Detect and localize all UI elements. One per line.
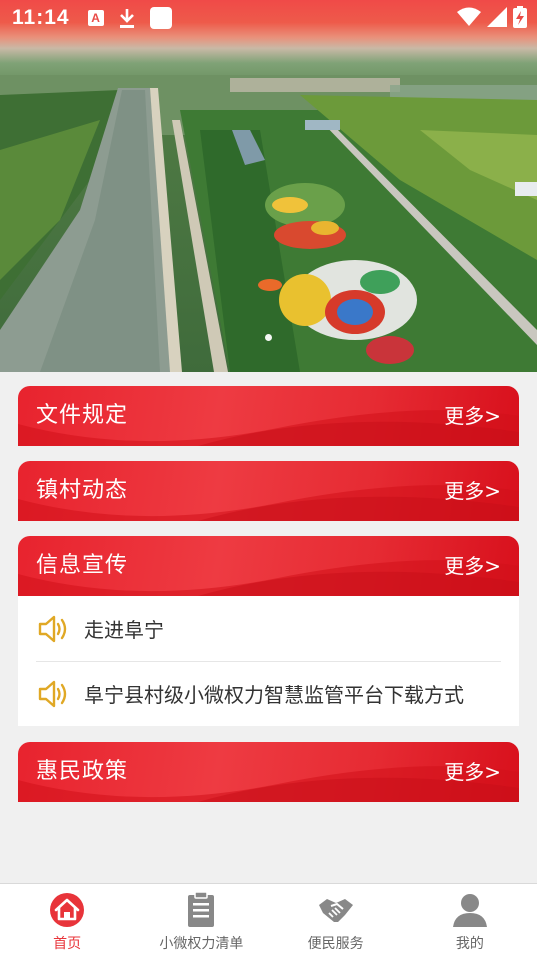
clipboard-icon [188, 891, 215, 927]
nav-label: 便民服务 [307, 936, 364, 952]
square-app-icon [149, 7, 172, 29]
nav-item-services[interactable]: 便民服务 [269, 884, 403, 956]
news-title: 走进阜宁 [84, 618, 164, 642]
user-icon [452, 894, 487, 927]
nav-label: 首页 [53, 936, 82, 952]
news-list: 走进阜宁 阜宁县村级小微权力智慧监管平台下载方式 [18, 596, 519, 726]
section-header: 镇村动态 更多> [18, 461, 519, 521]
section-welfare-policy: 惠民政策 更多> [18, 742, 519, 802]
text-a-icon: A [87, 10, 104, 26]
bottom-navigation: 首页 小微权力清单 便民服务 我的 [0, 883, 537, 956]
list-item[interactable]: 走进阜宁 [18, 596, 519, 661]
nav-item-home[interactable]: 首页 [0, 884, 134, 956]
list-item[interactable]: 阜宁县村级小微权力智慧监管平台下载方式 [18, 661, 519, 726]
download-icon [119, 9, 134, 28]
carousel-indicator-dot[interactable] [265, 334, 272, 341]
status-bar: 11:14 A [0, 0, 537, 36]
section-header: 惠民政策 更多> [18, 742, 519, 802]
status-time: 11:14 [12, 6, 70, 29]
section-title: 文件规定 [36, 403, 129, 428]
nav-item-power-list[interactable]: 小微权力清单 [134, 884, 268, 956]
more-link[interactable]: 更多> [444, 742, 501, 802]
handshake-icon [318, 899, 353, 922]
nav-label: 小微权力清单 [159, 936, 244, 952]
battery-charging-icon [513, 6, 527, 28]
nav-label: 我的 [455, 936, 484, 952]
section-title: 惠民政策 [36, 759, 129, 784]
section-header: 信息宣传 更多> [18, 536, 519, 596]
news-title: 阜宁县村级小微权力智慧监管平台下载方式 [84, 683, 464, 707]
home-icon [50, 893, 85, 927]
more-link[interactable]: 更多> [444, 386, 501, 446]
speaker-icon [38, 680, 67, 707]
cellular-signal-icon [487, 7, 507, 27]
app-root: 11:14 A 文件规定 更多> 镇村动态 更多> 信息宣传 更多> 走进阜宁 … [0, 0, 537, 956]
nav-item-profile[interactable]: 我的 [403, 884, 537, 956]
more-link[interactable]: 更多> [444, 536, 501, 596]
banner-image [0, 75, 537, 372]
section-title: 信息宣传 [36, 553, 129, 578]
section-info-publicity: 信息宣传 更多> 走进阜宁 阜宁县村级小微权力智慧监管平台下载方式 [18, 536, 519, 726]
banner-carousel[interactable] [0, 0, 537, 372]
section-town-news: 镇村动态 更多> [18, 461, 519, 521]
section-title: 镇村动态 [36, 478, 129, 503]
wifi-icon [457, 7, 481, 26]
speaker-icon [38, 615, 67, 642]
section-header: 文件规定 更多> [18, 386, 519, 446]
more-link[interactable]: 更多> [444, 461, 501, 521]
section-documents: 文件规定 更多> [18, 386, 519, 446]
